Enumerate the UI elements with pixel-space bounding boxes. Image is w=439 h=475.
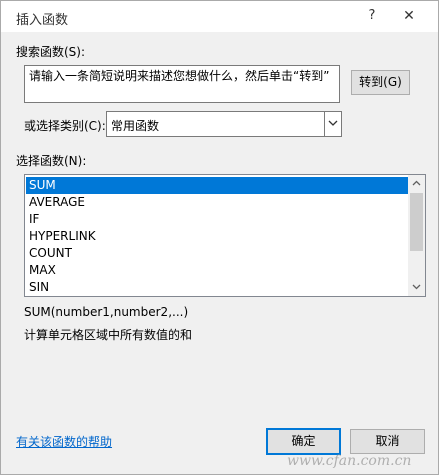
- close-icon[interactable]: ✕: [399, 7, 419, 25]
- function-listbox[interactable]: SUM AVERAGE IF HYPERLINK COUNT MAX SIN: [24, 174, 426, 297]
- ok-button[interactable]: 确定: [266, 428, 341, 455]
- goto-button[interactable]: 转到(G): [351, 70, 410, 95]
- help-icon[interactable]: ?: [364, 7, 380, 25]
- function-list-item[interactable]: HYPERLINK: [26, 228, 408, 245]
- chevron-down-icon[interactable]: [324, 112, 341, 136]
- watermark: www.cfan.com.cn: [287, 453, 412, 469]
- function-list-label: 选择函数(N):: [16, 154, 87, 168]
- category-label: 或选择类别(C):: [24, 119, 106, 133]
- function-list-item[interactable]: MAX: [26, 262, 408, 279]
- scroll-up-icon[interactable]: [408, 175, 425, 192]
- function-signature: SUM(number1,number2,...): [24, 305, 189, 319]
- title-bar: 插入函数 ? ✕: [1, 1, 438, 32]
- cancel-button[interactable]: 取消: [350, 429, 425, 454]
- function-list-scrollbar[interactable]: [408, 175, 425, 296]
- search-input[interactable]: 请输入一条简短说明来描述您想做什么，然后单击“转到”: [24, 65, 340, 103]
- function-description: 计算单元格区域中所有数值的和: [24, 328, 193, 342]
- function-list-item[interactable]: SUM: [26, 177, 408, 194]
- window-title: 插入函数: [16, 13, 69, 28]
- category-selected-value: 常用函数: [111, 119, 160, 133]
- insert-function-dialog: 插入函数 ? ✕ 搜索函数(S): 请输入一条简短说明来描述您想做什么，然后单击…: [0, 0, 439, 475]
- function-list-item[interactable]: COUNT: [26, 245, 408, 262]
- function-list: SUM AVERAGE IF HYPERLINK COUNT MAX SIN: [26, 177, 408, 296]
- search-label: 搜索函数(S):: [16, 45, 86, 59]
- function-list-item[interactable]: SIN: [26, 279, 408, 296]
- function-list-item[interactable]: AVERAGE: [26, 194, 408, 211]
- function-list-item[interactable]: IF: [26, 211, 408, 228]
- function-help-link[interactable]: 有关该函数的帮助: [16, 433, 112, 450]
- scroll-thumb[interactable]: [410, 193, 423, 251]
- category-select[interactable]: 常用函数: [106, 111, 342, 137]
- scroll-down-icon[interactable]: [408, 279, 425, 296]
